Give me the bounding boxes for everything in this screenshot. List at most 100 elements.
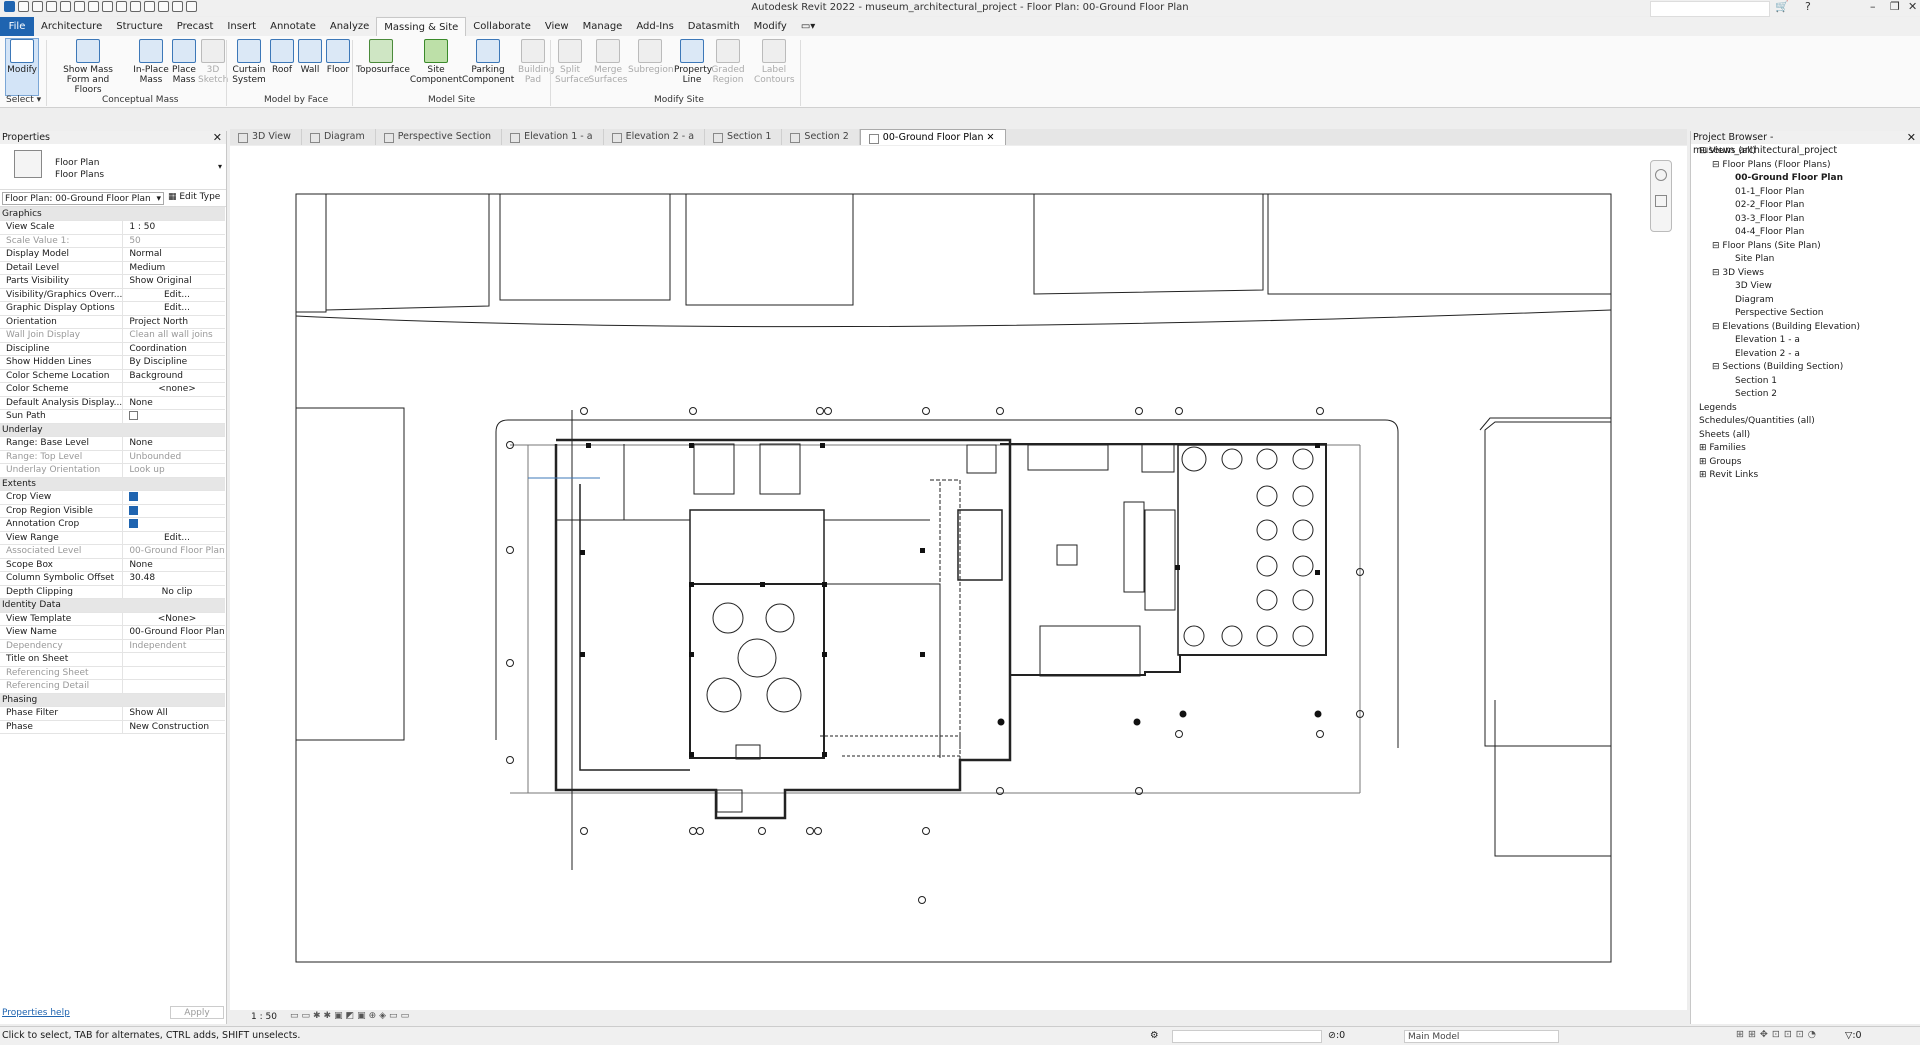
cart-icon[interactable]: 🛒 <box>1775 0 1789 13</box>
property-value[interactable]: Edit... <box>122 531 225 545</box>
drawing-canvas[interactable] <box>230 146 1687 1010</box>
view-tab-3d-view[interactable]: 3D View <box>230 129 302 145</box>
wall-button[interactable]: Wall <box>295 39 325 75</box>
property-row[interactable]: Phase New Construction <box>0 720 225 734</box>
sketch-3d-button[interactable]: 3D Sketch <box>198 39 228 85</box>
tree-item[interactable]: Legends <box>1691 402 1920 416</box>
tab-manage[interactable]: Manage <box>576 17 630 36</box>
filter-icon[interactable]: ▽:0 <box>1845 1030 1862 1041</box>
property-value[interactable]: Edit... <box>122 288 225 302</box>
property-value[interactable]: None <box>122 436 225 451</box>
modify-button[interactable]: Modify <box>7 39 37 75</box>
selection-option-icons[interactable]: ⊞⊞✥⊡⊡⊡◔ <box>1736 1029 1820 1040</box>
tree-item[interactable]: 3D View <box>1691 280 1920 294</box>
collapse-icon[interactable]: ⊟ <box>1712 322 1722 332</box>
workset-dropdown[interactable] <box>1172 1030 1322 1043</box>
property-row[interactable]: Detail Level Medium <box>0 261 225 275</box>
property-row[interactable]: View Template <None> <box>0 612 225 626</box>
property-group-header[interactable]: Identity Data <box>0 598 225 613</box>
property-row[interactable]: Scale Value 1: 50 <box>0 234 225 248</box>
tree-item[interactable]: 04-4_Floor Plan <box>1691 226 1920 240</box>
tab-modify[interactable]: Modify <box>747 17 794 36</box>
merge-surfaces-button[interactable]: Merge Surfaces <box>588 39 628 85</box>
tree-item[interactable]: 02-2_Floor Plan <box>1691 199 1920 213</box>
property-row[interactable]: Orientation Project North <box>0 315 225 329</box>
split-surface-button[interactable]: Split Surface <box>555 39 589 85</box>
property-row[interactable]: Range: Base Level None <box>0 436 225 451</box>
property-row[interactable]: Display Model Normal <box>0 247 225 262</box>
parking-component-button[interactable]: Parking Component <box>462 39 514 85</box>
tree-item[interactable]: Section 2 <box>1691 388 1920 402</box>
navigation-bar[interactable] <box>1650 160 1672 232</box>
expand-icon[interactable]: ⊞ <box>1699 470 1709 480</box>
property-value[interactable]: Look up <box>122 463 225 478</box>
view-control-icons[interactable]: ▭▭✱✱▣◩▣⊕◈▭▭ <box>290 1011 412 1021</box>
search-input[interactable] <box>1650 1 1770 17</box>
property-value[interactable]: 50 <box>122 234 225 248</box>
subregion-button[interactable]: Subregion <box>628 39 674 75</box>
show-mass-button[interactable]: Show Mass Form and Floors <box>58 39 118 95</box>
tree-item[interactable]: ⊞ Revit Links <box>1691 469 1920 483</box>
inplace-mass-button[interactable]: In-Place Mass <box>133 39 169 85</box>
curtain-system-button[interactable]: Curtain System <box>231 39 267 85</box>
tree-item[interactable]: 03-3_Floor Plan <box>1691 213 1920 227</box>
checkbox[interactable] <box>129 505 139 515</box>
tree-item[interactable]: Schedules/Quantities (all) <box>1691 415 1920 429</box>
graded-region-button[interactable]: Graded Region <box>710 39 746 85</box>
property-row[interactable]: Title on Sheet <box>0 652 225 667</box>
property-line-button[interactable]: Property Line <box>674 39 712 85</box>
property-row[interactable]: Crop Region Visible <box>0 504 225 518</box>
property-row[interactable]: Wall Join Display Clean all wall joins <box>0 328 225 343</box>
property-value[interactable] <box>122 652 225 667</box>
tree-item[interactable]: ⊟ Elevations (Building Elevation) <box>1691 321 1920 335</box>
label-contours-button[interactable]: Label Contours <box>754 39 795 85</box>
property-row[interactable]: Visibility/Graphics Overr... Edit... <box>0 288 225 302</box>
property-row[interactable]: Graphic Display Options Edit... <box>0 301 225 316</box>
property-value[interactable]: 00-Ground Floor Plan <box>122 544 225 559</box>
property-row[interactable]: Color Scheme <none> <box>0 382 225 397</box>
view-tab-perspective-section[interactable]: Perspective Section <box>376 129 503 145</box>
property-group-header[interactable]: Extents <box>0 477 225 491</box>
site-component-button[interactable]: Site Component <box>408 39 464 85</box>
tree-item[interactable]: ⊞ Groups <box>1691 456 1920 470</box>
view-tab-ground-floor-plan[interactable]: 00-Ground Floor Plan ✕ <box>859 129 1006 145</box>
property-value[interactable]: <none> <box>122 382 225 397</box>
property-value[interactable]: New Construction <box>122 720 225 734</box>
property-value[interactable]: Edit... <box>122 301 225 316</box>
chevron-down-icon[interactable]: ▾ <box>218 162 222 171</box>
edit-type-button[interactable]: ▦ Edit Type <box>168 192 220 202</box>
crop-region[interactable] <box>295 193 1612 963</box>
expand-icon[interactable]: ⊞ <box>1699 443 1709 453</box>
property-row[interactable]: View Scale 1 : 50 <box>0 220 225 235</box>
property-value[interactable]: No clip <box>122 585 225 599</box>
property-value[interactable] <box>122 409 225 424</box>
property-group-header[interactable]: Graphics <box>0 207 225 221</box>
help-icon[interactable]: ? <box>1805 0 1811 13</box>
property-row[interactable]: Default Analysis Display... None <box>0 396 225 410</box>
tree-item[interactable]: ⊟ Floor Plans (Floor Plans) <box>1691 159 1920 173</box>
contextual-dropdown-icon[interactable]: ▭▾ <box>794 17 822 36</box>
tab-add-ins[interactable]: Add-Ins <box>629 17 680 36</box>
tab-architecture[interactable]: Architecture <box>34 17 109 36</box>
property-row[interactable]: Referencing Sheet <box>0 666 225 680</box>
property-value[interactable]: Clean all wall joins <box>122 328 225 343</box>
roof-button[interactable]: Roof <box>267 39 297 75</box>
property-value[interactable]: By Discipline <box>122 355 225 370</box>
tree-item[interactable]: Diagram <box>1691 294 1920 308</box>
close-window-icon[interactable]: ✕ <box>1908 0 1917 13</box>
property-row[interactable]: View Range Edit... <box>0 531 225 545</box>
tab-precast[interactable]: Precast <box>170 17 221 36</box>
property-row[interactable]: Referencing Detail <box>0 679 225 694</box>
property-value[interactable] <box>122 679 225 694</box>
close-icon[interactable]: ✕ <box>213 131 222 144</box>
tab-massing-site[interactable]: Massing & Site <box>376 17 467 36</box>
view-tab-elevation-2[interactable]: Elevation 2 - a <box>604 129 706 145</box>
tab-structure[interactable]: Structure <box>109 17 170 36</box>
property-value[interactable]: Independent <box>122 639 225 653</box>
property-value[interactable]: Project North <box>122 315 225 329</box>
property-row[interactable]: Dependency Independent <box>0 639 225 653</box>
property-row[interactable]: Crop View <box>0 490 225 505</box>
property-value[interactable]: 30.48 <box>122 571 225 586</box>
property-value[interactable]: Unbounded <box>122 450 225 464</box>
view-tab-section-2[interactable]: Section 2 <box>782 129 860 145</box>
